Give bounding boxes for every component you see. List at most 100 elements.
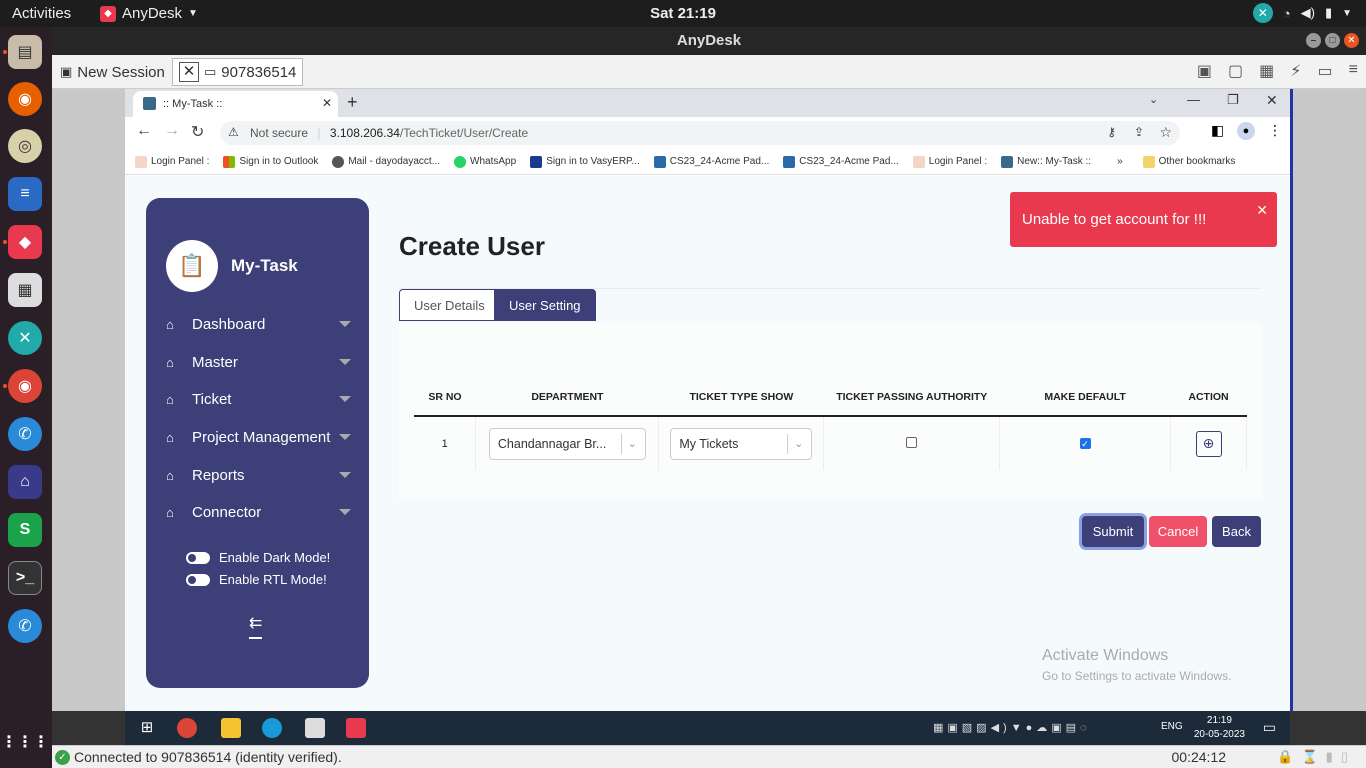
clock[interactable]: Sat 21:19 — [0, 5, 1366, 22]
more-bookmarks-icon[interactable]: » — [1117, 156, 1123, 167]
bookmark-outlook[interactable]: Sign in to Outlook — [223, 155, 318, 168]
star-icon[interactable]: ☆ — [1159, 124, 1172, 141]
sidebar-item-ticket[interactable]: ⌂ Ticket — [166, 388, 351, 410]
department-select[interactable]: Chandannagar Br... ⌄ — [488, 427, 646, 460]
close-icon[interactable]: ✕ — [179, 62, 199, 82]
sidebar-item-reports[interactable]: ⌂ Reports — [166, 464, 351, 486]
sidebar-item-master[interactable]: ⌂ Master — [166, 351, 351, 373]
select-value: My Tickets — [679, 436, 739, 451]
sidebar-item-connector[interactable]: ⌂ Connector — [166, 501, 351, 523]
edge-icon[interactable] — [262, 718, 282, 738]
system-tray[interactable]: ✕ ◔ ◀) ▮ ▼ — [1252, 3, 1352, 23]
bookmark-login-panel-2[interactable]: Login Panel : — [912, 155, 987, 168]
anydesk-tabbar: ▣ New Session ✕ ▭ 907836514 ▣ ▢ ▦ ⚡ ▭ ≡ — [52, 55, 1366, 89]
tray-icons[interactable]: ▦▣▧▨◀)▼●☁▣▤◌ — [933, 721, 1091, 734]
browser-tab[interactable]: :: My-Task :: ✕ — [133, 91, 338, 117]
file-explorer-icon[interactable] — [221, 718, 241, 738]
address-bar[interactable]: ⚠ Not secure | 3.108.206.34/TechTicket/U… — [220, 121, 1180, 145]
phone-icon[interactable]: ✆ — [8, 609, 42, 643]
phone-icon[interactable]: ✆ — [8, 417, 42, 451]
close-icon[interactable]: ✕ — [1344, 33, 1359, 48]
passing-authority-cell — [823, 416, 1001, 470]
remote-desktop-icon[interactable]: ✕ — [8, 321, 42, 355]
show-apps-icon[interactable]: ⋮⋮⋮ — [1, 725, 49, 759]
anydesk-toolbar: ▣ ▢ ▦ ⚡ ▭ ≡ — [1197, 61, 1358, 81]
bookmark-vasyerp[interactable]: Sign in to VasyERP... — [530, 155, 640, 168]
bookmark-icon — [912, 155, 925, 168]
anydesk-icon[interactable] — [346, 718, 366, 738]
key-icon[interactable]: ⚷ — [1107, 125, 1116, 139]
chrome-icon[interactable]: ◉ — [8, 369, 42, 403]
files-icon[interactable]: ▤ — [8, 35, 42, 69]
add-row-button[interactable]: ⊕ — [1195, 430, 1222, 457]
windows-start-icon[interactable]: ⊞ — [137, 718, 157, 738]
tab-new-session[interactable]: ▣ New Session — [54, 58, 171, 86]
action-icon[interactable]: ⚡ — [1290, 61, 1301, 81]
share-icon[interactable]: ⇪ — [1134, 125, 1144, 139]
sidepanel-icon[interactable]: ◧ — [1211, 122, 1224, 139]
bookmark-acme-2[interactable]: CS23_24-Acme Pad... — [783, 155, 899, 168]
taskbar-clock[interactable]: 21:19 20-05-2023 — [1194, 714, 1245, 742]
bookmark-acme-1[interactable]: CS23_24-Acme Pad... — [653, 155, 769, 168]
close-icon[interactable]: ✕ — [322, 96, 332, 110]
notification-icon[interactable]: ▭ — [1263, 719, 1276, 736]
bookmark-my-task[interactable]: New:: My-Task :: — [1001, 155, 1091, 168]
restore-icon[interactable]: ❐ — [1227, 92, 1239, 108]
tab-remote-session[interactable]: ✕ ▭ 907836514 — [172, 58, 304, 86]
display-icon[interactable]: ▭ — [1318, 61, 1333, 81]
profile-icon[interactable]: ● — [1237, 122, 1255, 140]
back-icon[interactable]: ← — [136, 122, 152, 140]
sidebar-item-dashboard[interactable]: ⌂ Dashboard — [166, 313, 351, 335]
calculator-icon[interactable]: ▦ — [8, 273, 42, 307]
forward-icon[interactable]: → — [164, 122, 180, 140]
menu-icon[interactable]: ≡ — [1349, 61, 1358, 81]
toggle-switch[interactable] — [186, 573, 210, 586]
reload-icon[interactable]: ↻ — [191, 122, 204, 142]
writer-icon[interactable]: ≡ — [8, 177, 42, 211]
back-button[interactable]: Back — [1212, 516, 1261, 547]
bookmark-login-panel[interactable]: Login Panel : — [135, 155, 209, 168]
new-tab-icon[interactable]: + — [347, 92, 358, 113]
rhythmbox-icon[interactable]: ◎ — [8, 129, 42, 163]
firefox-icon[interactable]: ◉ — [8, 82, 42, 116]
terminal-icon[interactable]: >_ — [8, 561, 42, 595]
caret-down-icon — [339, 509, 351, 515]
chrome-icon[interactable] — [177, 718, 197, 738]
volume-icon: ◀) — [1300, 5, 1315, 20]
menu-icon[interactable]: ⋮ — [1268, 122, 1282, 139]
chevron-down-icon[interactable]: ⌄ — [1149, 93, 1158, 106]
ticket-type-select[interactable]: My Tickets ⌄ — [670, 427, 813, 460]
passing-authority-checkbox[interactable] — [906, 436, 918, 448]
bookmark-whatsapp[interactable]: WhatsApp — [454, 155, 516, 168]
tab-user-details[interactable]: User Details — [399, 289, 500, 321]
dark-mode-toggle[interactable]: Enable Dark Mode! — [186, 550, 330, 565]
rtl-mode-toggle[interactable]: Enable RTL Mode! — [186, 572, 327, 587]
vnc-icon[interactable] — [305, 718, 325, 738]
chat-icon[interactable]: ▢ — [1228, 61, 1243, 81]
action-cell: ⊕ — [1170, 416, 1247, 470]
other-bookmarks[interactable]: Other bookmarks — [1142, 155, 1235, 168]
cancel-button[interactable]: Cancel — [1149, 516, 1207, 547]
collapse-sidebar-icon[interactable]: ⇇ — [249, 613, 263, 639]
sidebar-item-project-management[interactable]: ⌂ Project Management — [166, 426, 351, 448]
anydesk-tray-icon[interactable]: ✕ — [1252, 3, 1273, 23]
minimize-icon[interactable]: — — [1187, 92, 1200, 107]
make-default-checkbox[interactable]: ✓ — [1079, 437, 1091, 449]
spreadsheet-icon[interactable]: S — [8, 513, 42, 547]
language-indicator[interactable]: ENG — [1161, 721, 1183, 732]
minimize-icon[interactable]: – — [1306, 33, 1321, 48]
warning-icon: ⚠ — [228, 125, 239, 139]
keyboard-icon[interactable]: ▦ — [1259, 61, 1274, 81]
close-icon[interactable]: ✕ — [1266, 92, 1278, 109]
network-icon[interactable]: ⌂ — [8, 465, 42, 499]
toggle-switch[interactable] — [186, 551, 210, 564]
connection-status: Connected to 907836514 (identity verifie… — [74, 749, 342, 765]
windows-taskbar: ⊞ ▦▣▧▨◀)▼●☁▣▤◌ ENG 21:19 20-05-2023 ▭ — [125, 711, 1290, 745]
maximize-icon[interactable]: □ — [1325, 33, 1340, 48]
tab-user-setting[interactable]: User Setting — [494, 289, 596, 321]
bookmark-mail[interactable]: Mail - dayodayacct... — [332, 155, 440, 168]
anydesk-dock-icon[interactable]: ◆ — [8, 225, 42, 259]
monitor-icon[interactable]: ▣ — [1197, 61, 1212, 81]
submit-button[interactable]: Submit — [1082, 516, 1144, 547]
close-icon[interactable]: ✕ — [1256, 202, 1268, 219]
